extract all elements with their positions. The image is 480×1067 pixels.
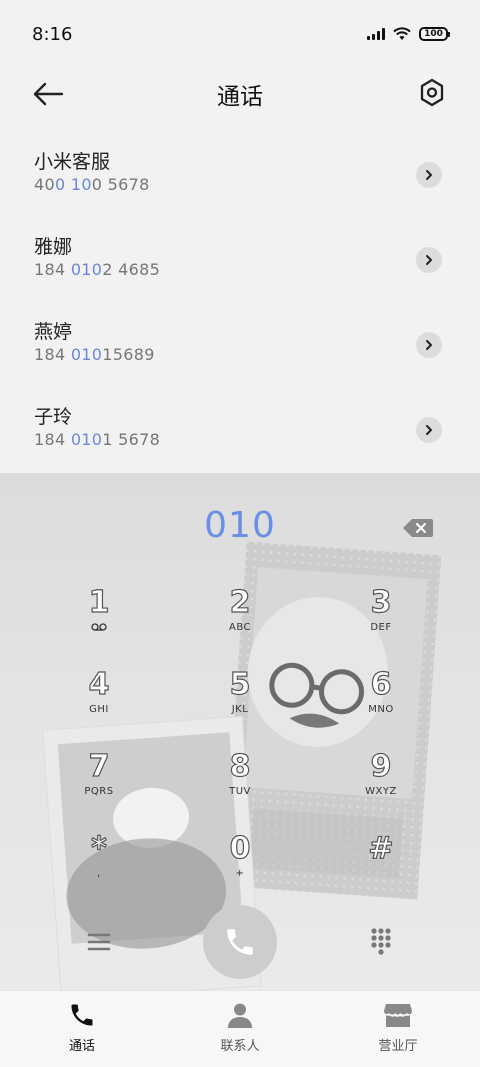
call-button[interactable] <box>203 905 277 979</box>
contact-name: 子玲 <box>34 406 73 428</box>
key-7[interactable]: 7 PQRS <box>49 748 149 819</box>
contact-number: 184 0101 5678 <box>34 429 480 451</box>
number-part: 184 <box>34 260 71 279</box>
phone-icon <box>71 1004 93 1026</box>
status-icons: 100 <box>367 27 450 41</box>
chevron-right-icon[interactable] <box>416 332 442 358</box>
nav-item-contacts[interactable]: 联系人 <box>190 1001 290 1054</box>
dialer-panel: 010 1 2 ABC 3 DEF 4 GHI 5 JKL 6 MNO 7 PQ… <box>0 473 480 990</box>
key-letters: JKL <box>231 704 249 715</box>
number-part: 1 5678 <box>102 430 161 449</box>
contact-number: 400 100 5678 <box>34 174 480 196</box>
contact-list: 小米客服 400 100 5678 雅娜 184 0102 4685 燕婷 18… <box>0 132 480 472</box>
number-match: 010 <box>70 345 103 364</box>
key-8[interactable]: 8 TUV <box>190 748 290 819</box>
number-part: 184 <box>34 345 71 364</box>
voicemail-icon <box>91 623 107 631</box>
person-icon <box>228 1003 252 1028</box>
key-digit: 7 <box>88 748 110 784</box>
key-1[interactable]: 1 <box>49 584 149 655</box>
nav-label: 通话 <box>68 1039 95 1054</box>
key-4[interactable]: 4 GHI <box>49 666 149 737</box>
contact-item[interactable]: 燕婷 184 01015689 <box>0 302 480 387</box>
key-9[interactable]: 9 WXYZ <box>331 748 431 819</box>
contact-name: 小米客服 <box>34 151 111 173</box>
contact-number: 184 01015689 <box>34 344 480 366</box>
signal-icon <box>367 28 385 40</box>
key-5[interactable]: 5 JKL <box>190 666 290 737</box>
nav-label: 营业厅 <box>378 1039 418 1054</box>
key-digit: 1 <box>88 584 110 620</box>
key-letters: GHI <box>89 704 109 715</box>
back-arrow-icon[interactable] <box>30 78 66 110</box>
key-digit: * <box>91 830 108 866</box>
key-letters: ABC <box>228 622 251 633</box>
key-letters: WXYZ <box>365 786 397 797</box>
contact-item[interactable]: 小米客服 400 100 5678 <box>0 132 480 217</box>
number-match: 010 <box>70 260 103 279</box>
key-digit: 4 <box>88 666 110 702</box>
key-digit: 2 <box>229 584 251 620</box>
settings-hexagon-icon[interactable] <box>416 76 448 110</box>
key-digit: 8 <box>229 748 251 784</box>
key-letters: , <box>97 868 101 879</box>
store-icon <box>384 1004 412 1027</box>
chevron-right-icon[interactable] <box>416 247 442 273</box>
phone-icon <box>227 929 253 955</box>
status-time: 8:16 <box>32 23 73 45</box>
contact-number: 184 0102 4685 <box>34 259 480 281</box>
bottom-nav: 通话 联系人 营业厅 <box>0 990 480 1067</box>
key-6[interactable]: 6 MNO <box>331 666 431 737</box>
menu-icon[interactable] <box>86 931 112 953</box>
contact-item[interactable]: 子玲 184 0101 5678 <box>0 387 480 472</box>
status-bar: 8:16 100 <box>0 0 480 68</box>
wifi-icon <box>393 27 411 40</box>
key-letters: + <box>235 868 245 879</box>
contact-name: 燕婷 <box>34 321 73 343</box>
number-part: 40 <box>34 175 55 194</box>
battery-icon: 100 <box>419 27 450 41</box>
backspace-icon[interactable] <box>402 517 434 539</box>
key-digit: 5 <box>229 666 251 702</box>
number-part: 2 4685 <box>102 260 161 279</box>
number-match: 0 10 <box>54 175 92 194</box>
key-0[interactable]: 0 + <box>190 830 290 901</box>
dialpad-icon[interactable] <box>370 927 392 957</box>
key-digit: 6 <box>370 666 392 702</box>
key-letters: PQRS <box>84 786 114 797</box>
nav-item-calls[interactable]: 通话 <box>32 1001 132 1054</box>
key-3[interactable]: 3 DEF <box>331 584 431 655</box>
contact-name: 雅娜 <box>34 236 73 258</box>
page-title: 通话 <box>217 84 263 110</box>
number-match: 010 <box>70 430 103 449</box>
header: 通话 <box>0 68 480 120</box>
key-digit: # <box>368 830 394 866</box>
key-letters: MNO <box>368 704 394 715</box>
chevron-right-icon[interactable] <box>416 162 442 188</box>
key-star[interactable]: * , <box>49 830 149 901</box>
contact-item[interactable]: 雅娜 184 0102 4685 <box>0 217 480 302</box>
key-digit: 9 <box>370 748 392 784</box>
key-digit: 3 <box>370 584 392 620</box>
nav-item-store[interactable]: 营业厅 <box>348 1001 448 1054</box>
dialer-controls <box>0 905 480 981</box>
battery-level: 100 <box>424 29 443 39</box>
key-letters: DEF <box>370 622 392 633</box>
number-part: 184 <box>34 430 71 449</box>
key-hash[interactable]: # <box>331 830 431 901</box>
key-letters: TUV <box>229 786 251 797</box>
nav-label: 联系人 <box>220 1039 260 1054</box>
key-digit: 0 <box>229 830 251 866</box>
number-part: 15689 <box>102 345 155 364</box>
key-2[interactable]: 2 ABC <box>190 584 290 655</box>
chevron-right-icon[interactable] <box>416 417 442 443</box>
number-part: 0 5678 <box>91 175 150 194</box>
